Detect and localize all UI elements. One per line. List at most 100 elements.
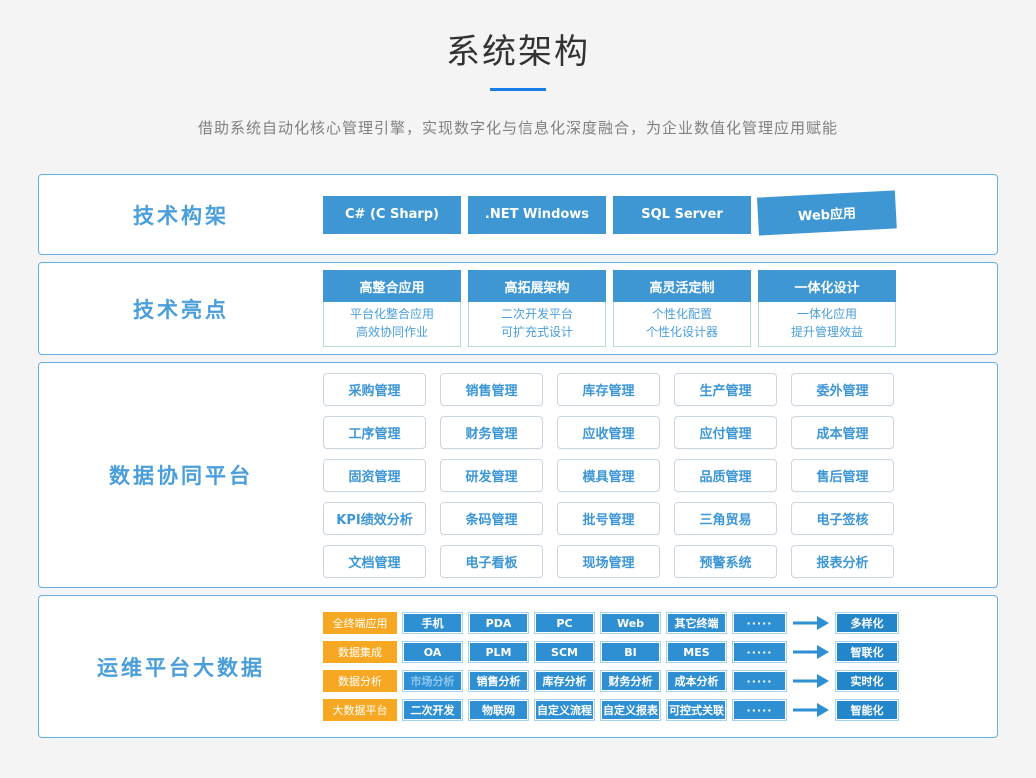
platform-button: 财务管理 — [440, 416, 543, 449]
row-item: 销售分析 — [468, 670, 529, 692]
row-item: SCM — [534, 641, 595, 663]
row-tag: 全终端应用 — [323, 612, 397, 634]
row-item: MES — [666, 641, 727, 663]
platform-button: 库存管理 — [557, 373, 660, 406]
row-item-ellipsis: ····· — [732, 699, 787, 721]
arrow-right-icon — [792, 674, 830, 688]
platform-grid: 采购管理 销售管理 库存管理 生产管理 委外管理 工序管理 财务管理 应收管理 … — [323, 373, 894, 578]
platform-button: 条码管理 — [440, 502, 543, 535]
platform-button: KPI绩效分析 — [323, 502, 426, 535]
highlight-card: 一体化设计 一体化应用 提升管理效益 — [758, 270, 896, 347]
bigdata-row: 大数据平台 二次开发 物联网 自定义流程 自定义报表 可控式关联 ····· 智… — [323, 699, 899, 721]
row-item: 其它终端 — [666, 612, 727, 634]
row-item: PLM — [468, 641, 529, 663]
platform-button: 预警系统 — [674, 545, 777, 578]
tech-button-csharp: C# (C Sharp) — [323, 196, 461, 234]
platform-button: 成本管理 — [791, 416, 894, 449]
tech-button-sqlserver: SQL Server — [613, 196, 751, 234]
platform-button: 电子看板 — [440, 545, 543, 578]
arrow-right-icon — [792, 616, 830, 630]
arrow-right-icon — [792, 703, 830, 717]
row-item-ellipsis: ····· — [732, 641, 787, 663]
platform-button: 应收管理 — [557, 416, 660, 449]
bigdata-row: 全终端应用 手机 PDA PC Web 其它终端 ····· 多样化 — [323, 612, 899, 634]
section-bigdata: 运维平台大数据 全终端应用 手机 PDA PC Web 其它终端 ····· 多… — [38, 595, 998, 738]
tech-stack-buttons: C# (C Sharp) .NET Windows SQL Server Web… — [323, 196, 896, 234]
platform-button: 应付管理 — [674, 416, 777, 449]
row-result: 多样化 — [835, 612, 899, 634]
highlight-card: 高灵活定制 个性化配置 个性化设计器 — [613, 270, 751, 347]
sections-container: 技术构架 C# (C Sharp) .NET Windows SQL Serve… — [38, 174, 998, 738]
row-item: 自定义报表 — [600, 699, 661, 721]
page-header: 系统架构 借助系统自动化核心管理引擎，实现数字化与信息化深度融合，为企业数值化管… — [0, 0, 1036, 138]
card-title: 高整合应用 — [323, 270, 461, 302]
platform-button: 销售管理 — [440, 373, 543, 406]
highlight-card: 高整合应用 平台化整合应用 高效协同作业 — [323, 270, 461, 347]
highlights-label: 技术亮点 — [133, 298, 229, 322]
platform-button: 报表分析 — [791, 545, 894, 578]
platform-button: 批号管理 — [557, 502, 660, 535]
bigdata-label: 运维平台大数据 — [97, 656, 265, 680]
card-line: 二次开发平台 — [469, 305, 605, 323]
section-platform: 数据协同平台 采购管理 销售管理 库存管理 生产管理 委外管理 工序管理 财务管… — [38, 362, 998, 588]
platform-button: 三角贸易 — [674, 502, 777, 535]
bigdata-rows: 全终端应用 手机 PDA PC Web 其它终端 ····· 多样化 数据集成 … — [323, 612, 899, 721]
row-result: 实时化 — [835, 670, 899, 692]
section-tech-stack: 技术构架 C# (C Sharp) .NET Windows SQL Serve… — [38, 174, 998, 255]
row-item-ellipsis: ····· — [732, 612, 787, 634]
platform-button: 品质管理 — [674, 459, 777, 492]
row-result: 智能化 — [835, 699, 899, 721]
highlight-cards: 高整合应用 平台化整合应用 高效协同作业 高拓展架构 二次开发平台 可扩充式设计… — [323, 270, 896, 347]
card-line: 个性化配置 — [614, 305, 750, 323]
row-item: OA — [402, 641, 463, 663]
platform-button: 现场管理 — [557, 545, 660, 578]
platform-button: 文档管理 — [323, 545, 426, 578]
row-tag: 数据分析 — [323, 670, 397, 692]
platform-button: 工序管理 — [323, 416, 426, 449]
platform-button: 售后管理 — [791, 459, 894, 492]
row-item: 库存分析 — [534, 670, 595, 692]
platform-button: 模具管理 — [557, 459, 660, 492]
platform-button: 电子签核 — [791, 502, 894, 535]
card-line: 个性化设计器 — [614, 323, 750, 341]
row-item: PC — [534, 612, 595, 634]
highlight-card: 高拓展架构 二次开发平台 可扩充式设计 — [468, 270, 606, 347]
row-item: 财务分析 — [600, 670, 661, 692]
platform-button: 委外管理 — [791, 373, 894, 406]
row-item: 物联网 — [468, 699, 529, 721]
row-item-ellipsis: ····· — [732, 670, 787, 692]
card-title: 高拓展架构 — [468, 270, 606, 302]
row-item: 自定义流程 — [534, 699, 595, 721]
tech-button-dotnet: .NET Windows — [468, 196, 606, 234]
row-result: 智联化 — [835, 641, 899, 663]
tech-button-web: Web应用 — [757, 190, 897, 235]
card-line: 高效协同作业 — [324, 323, 460, 341]
card-line: 平台化整合应用 — [324, 305, 460, 323]
row-item: PDA — [468, 612, 529, 634]
platform-button: 固资管理 — [323, 459, 426, 492]
bigdata-row: 数据分析 市场分析 销售分析 库存分析 财务分析 成本分析 ····· 实时化 — [323, 670, 899, 692]
arrow-right-icon — [792, 645, 830, 659]
card-line: 一体化应用 — [759, 305, 895, 323]
row-tag: 数据集成 — [323, 641, 397, 663]
card-line: 提升管理效益 — [759, 323, 895, 341]
platform-button: 研发管理 — [440, 459, 543, 492]
platform-button: 采购管理 — [323, 373, 426, 406]
platform-button: 生产管理 — [674, 373, 777, 406]
card-title: 高灵活定制 — [613, 270, 751, 302]
row-item: 手机 — [402, 612, 463, 634]
tech-stack-label: 技术构架 — [133, 204, 229, 228]
row-item: 二次开发 — [402, 699, 463, 721]
page-title: 系统架构 — [0, 24, 1036, 73]
row-item: 可控式关联 — [666, 699, 727, 721]
row-item: BI — [600, 641, 661, 663]
card-title: 一体化设计 — [758, 270, 896, 302]
row-item: 市场分析 — [402, 670, 463, 692]
platform-label: 数据协同平台 — [109, 464, 253, 488]
title-underline — [490, 88, 546, 91]
row-item: 成本分析 — [666, 670, 727, 692]
card-line: 可扩充式设计 — [469, 323, 605, 341]
section-highlights: 技术亮点 高整合应用 平台化整合应用 高效协同作业 高拓展架构 二次开发平台 可… — [38, 262, 998, 355]
row-tag: 大数据平台 — [323, 699, 397, 721]
page-subtitle: 借助系统自动化核心管理引擎，实现数字化与信息化深度融合，为企业数值化管理应用赋能 — [0, 117, 1036, 138]
